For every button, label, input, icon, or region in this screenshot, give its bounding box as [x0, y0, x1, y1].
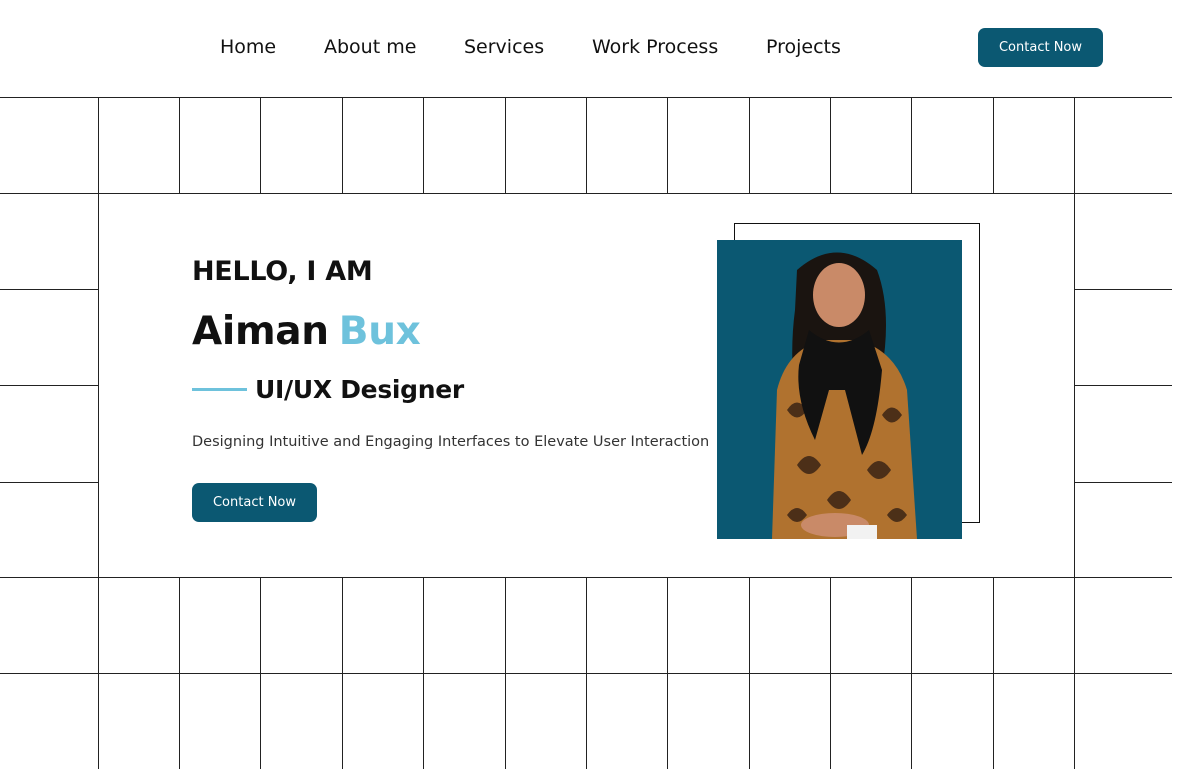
nav-item-about-me[interactable]: About me: [324, 34, 416, 60]
nav-item-work-process[interactable]: Work Process: [592, 34, 718, 60]
nav-item-services[interactable]: Services: [464, 34, 544, 60]
hero-first-name: Aiman: [192, 309, 329, 354]
nav-contact-button[interactable]: Contact Now: [978, 28, 1103, 67]
hero-last-name: Bux: [338, 309, 421, 354]
hero-greeting: HELLO, I AM: [192, 256, 373, 287]
profile-photo: [717, 240, 962, 539]
role-accent-line: [192, 388, 247, 391]
hero-name: Aiman Bux: [192, 309, 421, 354]
hero-contact-button[interactable]: Contact Now: [192, 483, 317, 522]
hero-role: UI/UX Designer: [255, 375, 464, 404]
nav-item-projects[interactable]: Projects: [766, 34, 841, 60]
person-portrait-icon: [772, 252, 917, 539]
hero-tagline: Designing Intuitive and Engaging Interfa…: [192, 434, 710, 450]
nav-item-home[interactable]: Home: [220, 34, 276, 60]
top-navigation: Home About me Services Work Process Proj…: [0, 0, 1180, 96]
